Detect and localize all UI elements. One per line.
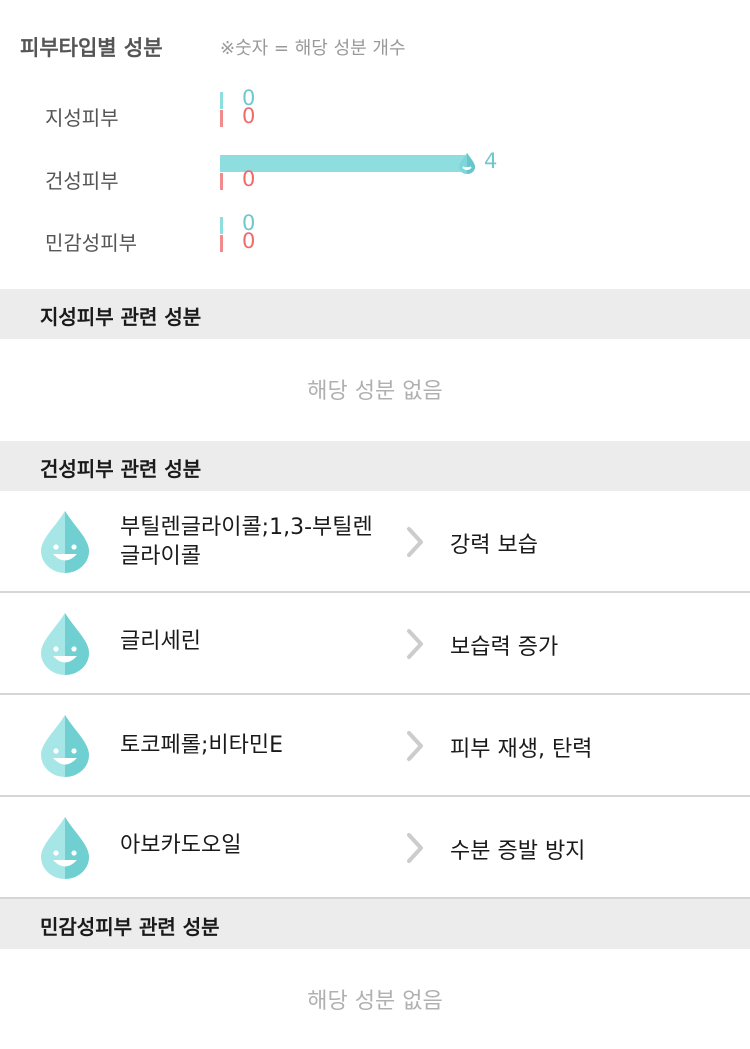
water-drop-smile-icon [41, 715, 89, 777]
empty-message: 해당 성분 없음 [307, 989, 443, 1014]
negative-bar-fill [220, 235, 223, 252]
skin-label: 지성피부 [45, 106, 119, 130]
water-drop-smile-icon [41, 511, 89, 573]
skin-label: 민감성피부 [45, 231, 137, 255]
ingredient-name: 아보카도오일 [120, 833, 242, 858]
ingredient-effect: 수분 증발 방지 [450, 839, 586, 864]
empty-message: 해당 성분 없음 [307, 379, 443, 404]
section-title: 건성피부 관련 성분 [40, 457, 202, 481]
water-drop-smile-icon [41, 613, 89, 675]
skin-row-dry: 건성피부 4 0 [0, 149, 750, 205]
ingredient-row[interactable]: 아보카도오일 수분 증발 방지 [0, 797, 750, 899]
section-header-dry: 건성피부 관련 성분 [0, 441, 750, 491]
negative-bar-fill [220, 110, 223, 127]
ingredient-row[interactable]: 글리세린 보습력 증가 [0, 593, 750, 695]
section-header-sensitive: 민감성피부 관련 성분 [0, 899, 750, 949]
ingredient-row[interactable]: 토코페롤;비타민E 피부 재생, 탄력 [0, 695, 750, 797]
positive-bar-fill [220, 155, 468, 172]
negative-count: 0 [242, 104, 256, 128]
negative-count: 0 [242, 229, 256, 253]
ingredient-row[interactable]: 부틸렌글라이콜;1,3-부틸렌글라이콜 강력 보습 [0, 491, 750, 593]
chevron-right-icon [407, 629, 423, 659]
water-drop-icon [459, 153, 475, 174]
ingredient-name: 글리세린 [120, 629, 201, 654]
chevron-right-icon [407, 833, 423, 863]
water-drop-smile-icon [41, 817, 89, 879]
ingredient-effect: 피부 재생, 탄력 [450, 737, 593, 762]
ingredient-effect: 보습력 증가 [450, 635, 559, 660]
positive-count: 4 [484, 149, 498, 173]
ingredient-effect: 강력 보습 [450, 533, 538, 558]
positive-bar-fill [220, 92, 223, 109]
ingredient-name: 부틸렌글라이콜;1,3-부틸렌글라이콜 [120, 515, 373, 569]
count-note: ※숫자 = 해당 성분 개수 [220, 38, 406, 59]
page-title: 피부타입별 성분 [20, 36, 163, 60]
section-title: 지성피부 관련 성분 [40, 305, 202, 329]
section-title: 민감성피부 관련 성분 [40, 915, 220, 939]
negative-bar-fill [220, 173, 223, 190]
chevron-right-icon [407, 731, 423, 761]
skin-row-oily: 지성피부 0 0 [0, 86, 750, 142]
skin-label: 건성피부 [45, 169, 119, 193]
chevron-right-icon [407, 527, 423, 557]
skin-type-header: 피부타입별 성분 ※숫자 = 해당 성분 개수 [20, 30, 730, 60]
ingredient-name: 토코페롤;비타민E [120, 733, 283, 758]
negative-count: 0 [242, 167, 256, 191]
section-header-oily: 지성피부 관련 성분 [0, 289, 750, 339]
skin-row-sensitive: 민감성피부 0 0 [0, 211, 750, 267]
positive-bar-fill [220, 217, 223, 234]
